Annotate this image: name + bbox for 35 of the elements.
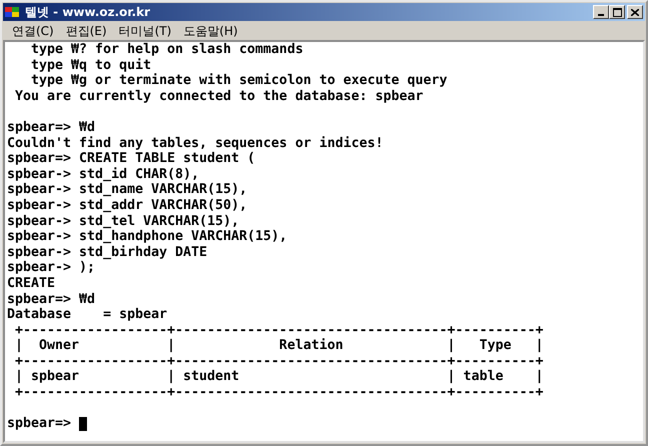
terminal-line: type ₩g or terminate with semicolon to execute query (30, 73, 448, 89)
terminal-line: spbear-> std_name VARCHAR(15), (7, 182, 248, 198)
terminal-line: +------------------+----------------------------------+----------+ (14, 385, 544, 401)
app-icon (5, 5, 21, 19)
terminal-line: +------------------+----------------------------------+----------+ (14, 322, 544, 338)
close-button[interactable] (627, 5, 643, 19)
terminal-line: CREATE (7, 276, 56, 292)
terminal-line: spbear=> CREATE TABLE student ( (7, 151, 256, 167)
terminal-line: spbear-> std_addr VARCHAR(50), (7, 198, 248, 214)
terminal-line: spbear-> std_id CHAR(8), (7, 166, 200, 182)
menu-item[interactable]: 연결(C) (8, 22, 62, 40)
menu-item[interactable]: 도움말(H) (179, 22, 246, 40)
terminal-line: spbear-> std_handphone VARCHAR(15), (7, 229, 288, 245)
maximize-button[interactable] (609, 5, 625, 19)
terminal-line: type ₩? for help on slash commands (30, 42, 304, 58)
menu-item[interactable]: 편집(E) (62, 22, 115, 40)
window-title: 텔넷 - www.oz.or.kr (25, 4, 152, 20)
terminal-line: | Owner | Relation | Type | (14, 338, 544, 354)
terminal-line: | spbear | student | table | (14, 369, 544, 386)
terminal-line: spbear=> ₩d (7, 120, 96, 136)
terminal-line: You are currently connected to the database: spbear (14, 88, 424, 104)
menu-item[interactable]: 터미널(T) (114, 22, 180, 40)
terminal-line: Couldn't find any tables, sequences or indices! (7, 136, 384, 152)
terminal-line: Database = spbear (7, 307, 168, 323)
terminal-line: type ₩q to quit (30, 58, 152, 73)
terminal-line: spbear-> std_birhday DATE (7, 244, 208, 260)
minimize-button[interactable] (593, 5, 609, 19)
terminal-line: spbear=> ₩d (7, 292, 96, 308)
text-cursor (79, 417, 88, 432)
close-icon (631, 8, 639, 16)
terminal-line: +------------------+----------------------------------+----------+ (14, 354, 544, 370)
command-prompt: spbear=> (7, 416, 72, 432)
terminal-line: spbear-> std_tel VARCHAR(15), (7, 214, 240, 230)
maximize-icon (612, 8, 622, 16)
terminal-line: spbear-> ); (7, 260, 96, 276)
